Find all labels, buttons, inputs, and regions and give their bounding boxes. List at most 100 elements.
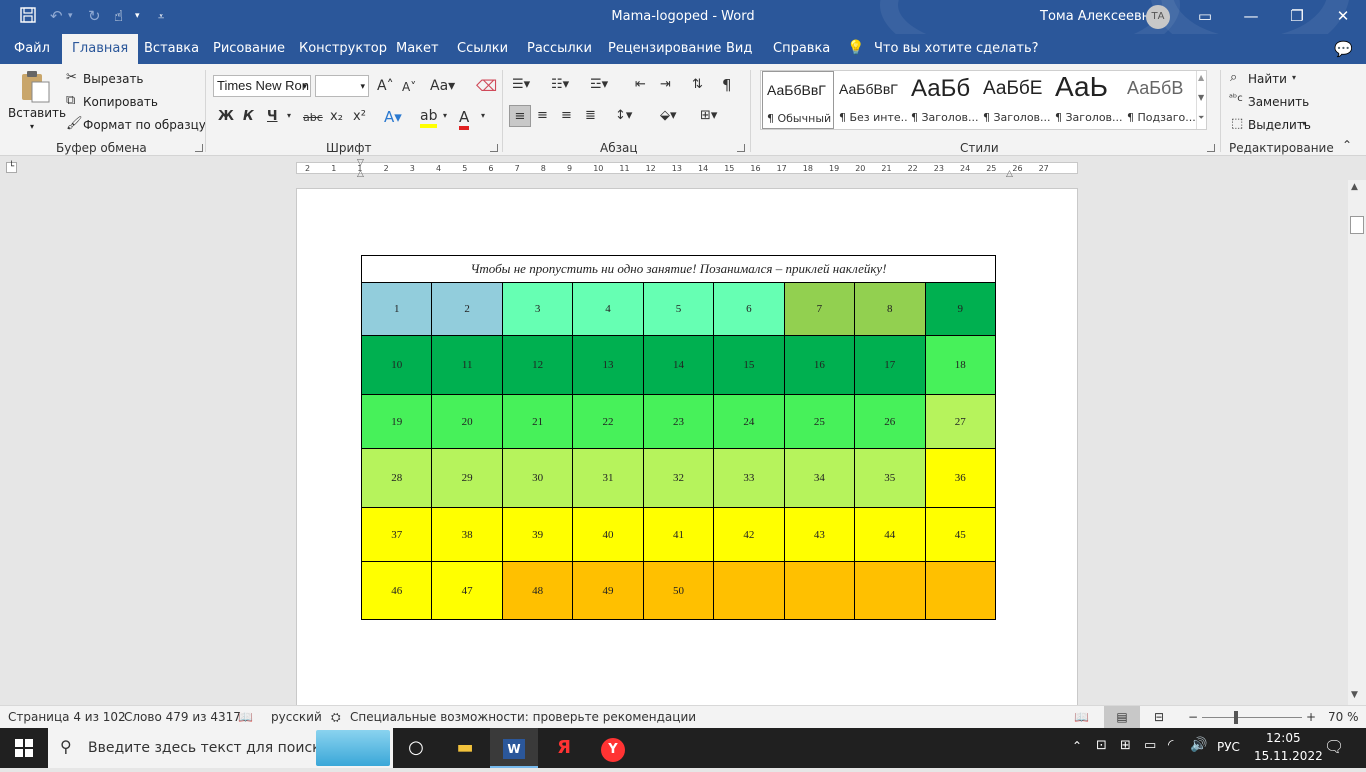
paste-dropdown-icon[interactable]: ▾: [30, 122, 34, 131]
table-title-cell[interactable]: Чтобы не пропустить ни одно занятие! Поз…: [361, 255, 996, 283]
strikethrough-button[interactable]: abc: [303, 111, 323, 124]
show-hidden-icons[interactable]: ⌃: [1072, 739, 1082, 753]
borders-icon[interactable]: ⊞▾: [700, 108, 717, 123]
increase-indent-icon[interactable]: ⇥: [660, 77, 671, 92]
day-cell[interactable]: 10: [360, 335, 433, 395]
meet-now-icon[interactable]: ⊡: [1096, 738, 1107, 753]
chevron-down-icon[interactable]: ▾: [287, 111, 291, 120]
avatar[interactable]: ТА: [1146, 5, 1170, 29]
windows-start-icon[interactable]: [0, 728, 48, 768]
bullets-icon[interactable]: ☰▾: [512, 77, 530, 92]
more-styles-icon[interactable]: ⏷: [1198, 113, 1204, 123]
day-cell[interactable]: 42: [713, 507, 785, 562]
comments-icon[interactable]: 💬: [1334, 40, 1353, 58]
day-cell[interactable]: 7: [783, 282, 856, 336]
day-cell[interactable]: 19: [360, 394, 433, 449]
day-cell[interactable]: 44: [854, 507, 926, 562]
zoom-level[interactable]: 70 %: [1328, 710, 1359, 724]
day-cell[interactable]: 9: [924, 282, 996, 336]
day-cell[interactable]: 23: [642, 394, 715, 449]
day-cell[interactable]: 43: [783, 507, 856, 562]
volume-icon[interactable]: 🔊: [1190, 737, 1207, 753]
chevron-up-icon[interactable]: ▲: [1198, 73, 1204, 82]
tab-home[interactable]: Главная: [62, 34, 139, 64]
right-indent-marker-icon[interactable]: △: [1006, 169, 1013, 179]
day-cell[interactable]: 4: [572, 282, 644, 336]
text-effects-icon[interactable]: A▾: [384, 108, 402, 126]
web-layout-icon[interactable]: ⊟: [1154, 710, 1164, 724]
day-cell[interactable]: [924, 561, 996, 620]
page-count[interactable]: Страница 4 из 102: [8, 710, 126, 724]
day-cell[interactable]: 18: [924, 335, 996, 395]
day-cell[interactable]: 36: [924, 448, 996, 508]
tab-references[interactable]: Ссылки: [447, 34, 518, 64]
replace-button[interactable]: Заменить: [1248, 95, 1309, 109]
user-name[interactable]: Тома Алексеевна: [1040, 9, 1158, 24]
day-cell[interactable]: 13: [572, 335, 644, 395]
chevron-down-icon[interactable]: ▾: [1302, 119, 1306, 128]
file-explorer-icon[interactable]: ▬: [441, 728, 489, 768]
day-cell[interactable]: 45: [924, 507, 996, 562]
day-cell[interactable]: 12: [501, 335, 574, 395]
sort-icon[interactable]: ⇅: [692, 77, 703, 92]
font-name-combo[interactable]: Times New Ron ▾: [213, 75, 311, 97]
day-cell[interactable]: 39: [501, 507, 574, 562]
day-cell[interactable]: 11: [431, 335, 503, 395]
day-cell[interactable]: 30: [501, 448, 574, 508]
tab-insert[interactable]: Вставка: [134, 34, 209, 64]
day-cell[interactable]: 5: [642, 282, 715, 336]
style-heading-2[interactable]: АаБбЕ ¶ Заголов...: [979, 71, 1051, 129]
pilcrow-icon[interactable]: ¶: [722, 76, 732, 94]
chevron-down-icon[interactable]: ▾: [360, 76, 365, 96]
yandex-icon[interactable]: Y: [589, 728, 637, 768]
day-cell[interactable]: [854, 561, 926, 620]
tab-selector-icon[interactable]: └: [6, 162, 17, 173]
day-cell[interactable]: 31: [572, 448, 644, 508]
clock-time[interactable]: 12:05: [1266, 731, 1301, 745]
day-cell[interactable]: 41: [642, 507, 715, 562]
ribbon-display-icon[interactable]: ▭: [1182, 0, 1228, 34]
taskbar-search[interactable]: ⚲ Введите здесь текст для поиска: [48, 728, 393, 768]
day-cell[interactable]: 20: [431, 394, 503, 449]
read-mode-icon[interactable]: 📖: [1074, 710, 1089, 724]
day-cell[interactable]: 28: [360, 448, 433, 508]
align-center-icon[interactable]: ≡: [537, 108, 548, 123]
vertical-scrollbar[interactable]: ▲ ▼: [1348, 180, 1366, 705]
clock-date[interactable]: 15.11.2022: [1254, 749, 1323, 763]
format-painter-button[interactable]: Формат по образцу: [83, 118, 206, 132]
day-cell[interactable]: 15: [713, 335, 785, 395]
styles-launcher-icon[interactable]: [1207, 144, 1215, 152]
find-button[interactable]: Найти: [1248, 72, 1287, 86]
day-cell[interactable]: [783, 561, 856, 620]
day-cell[interactable]: 6: [713, 282, 785, 336]
chevron-down-icon[interactable]: ▼: [1198, 93, 1204, 102]
copy-button[interactable]: Копировать: [83, 95, 158, 109]
shrink-font-icon[interactable]: A˅: [402, 80, 416, 94]
paste-button[interactable]: Вставить ▾: [8, 68, 66, 134]
tab-review[interactable]: Рецензирование: [598, 34, 731, 64]
day-cell[interactable]: 48: [501, 561, 574, 620]
day-cell[interactable]: [713, 561, 785, 620]
style-heading-3[interactable]: АаЬ ¶ Заголов...: [1051, 71, 1123, 129]
day-cell[interactable]: 29: [431, 448, 503, 508]
minimize-icon[interactable]: —: [1228, 0, 1274, 34]
yandex-browser-icon[interactable]: Я: [540, 728, 588, 768]
clear-formatting-icon[interactable]: ⌫: [476, 77, 497, 95]
chevron-down-icon[interactable]: ▾: [1292, 73, 1296, 82]
language-indicator[interactable]: русский: [271, 710, 322, 724]
line-spacing-icon[interactable]: ↕▾: [615, 108, 632, 123]
collapse-ribbon-icon[interactable]: ⌃: [1342, 138, 1352, 152]
accessibility-status[interactable]: Специальные возможности: проверьте реком…: [350, 710, 696, 724]
bold-button[interactable]: Ж: [218, 109, 234, 124]
day-cell[interactable]: 38: [431, 507, 503, 562]
zoom-out-icon[interactable]: −: [1188, 710, 1198, 724]
multilevel-list-icon[interactable]: ☲▾: [590, 77, 608, 92]
decrease-indent-icon[interactable]: ⇤: [635, 77, 646, 92]
align-right-icon[interactable]: ≡: [561, 108, 572, 123]
day-cell[interactable]: 1: [360, 282, 433, 336]
scroll-thumb[interactable]: [1350, 216, 1364, 234]
word-count[interactable]: Слово 479 из 4317: [124, 710, 241, 724]
tab-draw[interactable]: Рисование: [203, 34, 295, 64]
tab-file[interactable]: Файл: [4, 34, 60, 64]
day-cell[interactable]: 24: [713, 394, 785, 449]
